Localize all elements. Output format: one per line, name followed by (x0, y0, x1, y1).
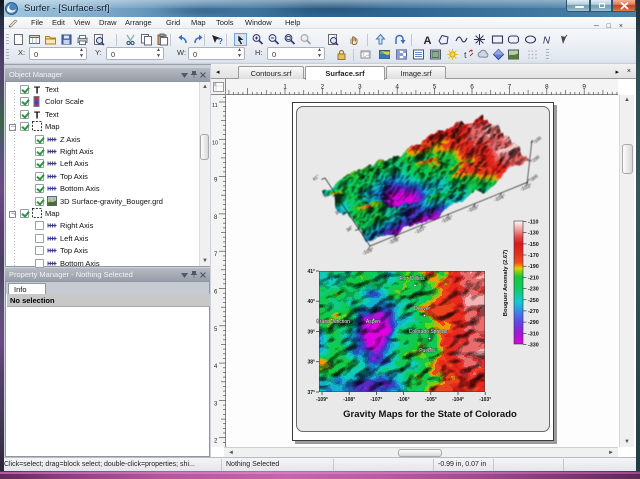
svg-text:A: A (424, 35, 432, 47)
svg-text:-210: -210 (528, 275, 539, 281)
svg-text:T: T (34, 111, 40, 122)
svg-text:-106°: -106° (398, 397, 410, 403)
svg-text:4: 4 (395, 84, 399, 91)
svg-text:37°: 37° (307, 390, 315, 396)
svg-text:10: 10 (212, 140, 218, 146)
svg-text:-250: -250 (528, 298, 539, 304)
svg-text:-270: -270 (528, 309, 539, 315)
svg-text:-290: -290 (528, 320, 539, 326)
svg-text:-105°: -105° (425, 397, 437, 403)
svg-text:39°: 39° (307, 329, 315, 335)
svg-text:9: 9 (582, 84, 586, 91)
svg-text:-330: -330 (528, 343, 539, 349)
svg-text:1: 1 (283, 84, 287, 91)
svg-text:3: 3 (214, 401, 218, 407)
svg-text:41°: 41° (312, 174, 321, 182)
svg-text:9: 9 (214, 178, 218, 184)
svg-text:6: 6 (214, 290, 218, 296)
svg-text:-110: -110 (528, 220, 539, 226)
svg-text:t: t (464, 50, 467, 60)
svg-text:T: T (34, 86, 40, 97)
svg-text:Bouguer Anomaly (2.67): Bouguer Anomaly (2.67) (503, 250, 509, 317)
svg-text:5: 5 (214, 327, 218, 333)
svg-text:-170: -170 (528, 253, 539, 259)
svg-text:-230: -230 (528, 287, 539, 293)
svg-text:-300: -300 (529, 173, 540, 183)
svg-text:-109°: -109° (362, 247, 375, 257)
svg-text:7: 7 (508, 84, 512, 91)
svg-text:5: 5 (433, 84, 437, 91)
svg-text:7: 7 (214, 252, 218, 258)
svg-text:2: 2 (214, 439, 218, 445)
svg-text:41°: 41° (307, 269, 315, 275)
svg-text:-190: -190 (528, 264, 539, 270)
svg-text:38°: 38° (345, 225, 354, 233)
svg-text:2: 2 (321, 84, 325, 91)
svg-text:40°: 40° (307, 299, 315, 305)
svg-text:N: N (543, 36, 551, 47)
svg-text:-108°: -108° (343, 397, 355, 403)
svg-text:-104°: -104° (452, 397, 464, 403)
svg-text:8: 8 (545, 84, 549, 91)
svg-text:-109°: -109° (316, 397, 328, 403)
svg-text:-200: -200 (530, 154, 541, 164)
svg-text:6: 6 (470, 84, 474, 91)
svg-text:-107°: -107° (370, 397, 382, 403)
svg-text:11: 11 (212, 103, 218, 109)
svg-text:3: 3 (358, 84, 362, 91)
svg-text:-103°: -103° (479, 397, 491, 403)
svg-text:-150: -150 (528, 242, 539, 248)
svg-text:?: ? (218, 37, 223, 46)
svg-text:2: 2 (214, 83, 216, 87)
svg-text:38°: 38° (307, 360, 315, 366)
svg-text:-310: -310 (528, 331, 539, 337)
svg-text:8: 8 (214, 215, 218, 221)
svg-text:4: 4 (214, 364, 218, 370)
svg-text:-130: -130 (528, 231, 539, 237)
